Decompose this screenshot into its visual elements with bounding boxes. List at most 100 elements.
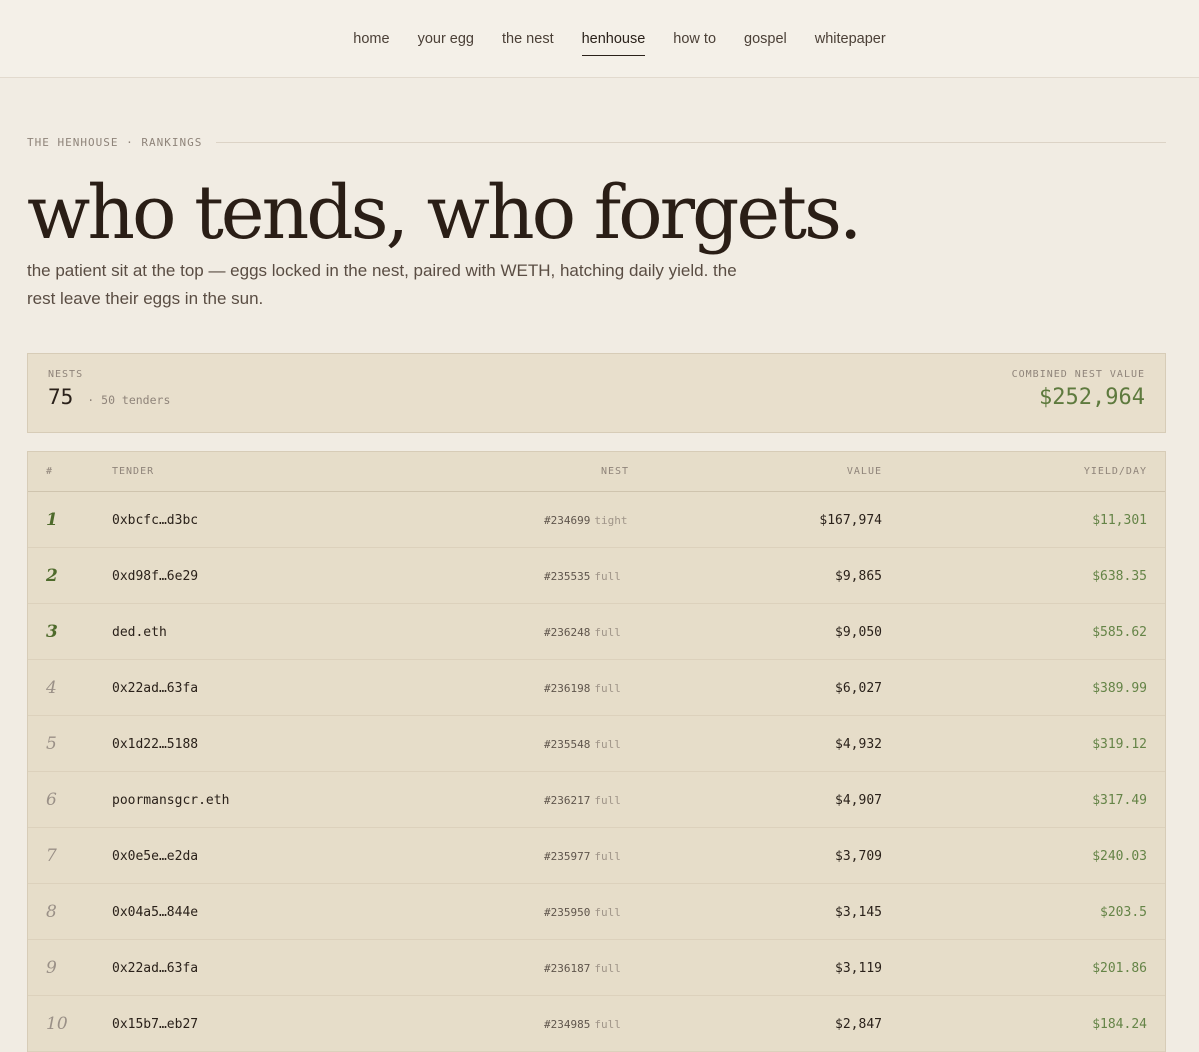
rank-cell: 7	[28, 846, 112, 866]
tender-address[interactable]: ded.eth	[112, 625, 167, 640]
table-header: # TENDER NEST VALUE YIELD/DAY	[28, 452, 1165, 492]
nest-id[interactable]: #236248	[544, 626, 590, 639]
table-row[interactable]: 4 0x22ad…63fa #236198 full $6,027 $389.99	[28, 660, 1165, 716]
nav-link-henhouse[interactable]: henhouse	[581, 25, 645, 56]
nav-link-how-to[interactable]: how to	[673, 25, 716, 53]
nest-kind: full	[594, 681, 621, 695]
tender-cell: 0x0e5e…e2da	[112, 847, 544, 865]
tender-address[interactable]: 0xd98f…6e29	[112, 569, 198, 584]
yield-cell: $201.86	[882, 959, 1165, 977]
table-row[interactable]: 10 0x15b7…eb27 #234985 full $2,847 $184.24	[28, 996, 1165, 1052]
nest-cell: #236248 full	[544, 623, 686, 641]
rank-cell: 4	[28, 678, 112, 698]
rank-cell: 3	[28, 622, 112, 642]
rank-number: 5	[46, 733, 57, 754]
rank-number: 4	[46, 677, 57, 698]
yield-per-day: $638.35	[1092, 568, 1147, 584]
nest-id[interactable]: #236198	[544, 682, 590, 695]
table-row[interactable]: 3 ded.eth #236248 full $9,050 $585.62	[28, 604, 1165, 660]
nest-id[interactable]: #234985	[544, 1018, 590, 1031]
nest-id[interactable]: #235950	[544, 906, 590, 919]
nest-kind: full	[594, 793, 621, 807]
nav-link-whitepaper[interactable]: whitepaper	[815, 25, 886, 53]
tender-cell: 0x22ad…63fa	[112, 679, 544, 697]
stats-panel: NESTS 75 · 50 tenders COMBINED NEST VALU…	[27, 353, 1166, 433]
rank-cell: 9	[28, 958, 112, 978]
tender-address[interactable]: 0x0e5e…e2da	[112, 849, 198, 864]
rank-cell: 2	[28, 566, 112, 586]
nav-link-the-nest[interactable]: the nest	[502, 25, 554, 53]
nest-value: $4,907	[835, 792, 882, 808]
tender-cell: 0xd98f…6e29	[112, 567, 544, 585]
nest-id[interactable]: #234699	[544, 514, 590, 527]
value-cell: $2,847	[686, 1015, 882, 1033]
tender-cell: 0x22ad…63fa	[112, 959, 544, 977]
page-title: who tends, who forgets.	[27, 170, 862, 256]
nest-value: $3,145	[835, 904, 882, 920]
nest-id[interactable]: #235548	[544, 738, 590, 751]
header-tender: TENDER	[112, 466, 155, 477]
nest-id[interactable]: #236187	[544, 962, 590, 975]
tenders-count: · 50 tenders	[87, 393, 171, 407]
nest-cell: #235977 full	[544, 847, 686, 865]
tender-address[interactable]: poormansgcr.eth	[112, 793, 229, 808]
yield-per-day: $585.62	[1092, 624, 1147, 640]
value-cell: $6,027	[686, 679, 882, 697]
tender-cell: 0x15b7…eb27	[112, 1015, 544, 1033]
nest-id[interactable]: #236217	[544, 794, 590, 807]
yield-cell: $638.35	[882, 567, 1165, 585]
nest-value: $167,974	[819, 512, 882, 528]
nest-value: $2,847	[835, 1016, 882, 1032]
tender-address[interactable]: 0x1d22…5188	[112, 737, 198, 752]
rank-number: 10	[46, 1013, 68, 1034]
nest-value: $6,027	[835, 680, 882, 696]
yield-cell: $11,301	[882, 511, 1165, 529]
table-row[interactable]: 6 poormansgcr.eth #236217 full $4,907 $317.49	[28, 772, 1165, 828]
value-cell: $4,907	[686, 791, 882, 809]
eyebrow-row: THE HENHOUSE · RANKINGS	[27, 135, 1166, 149]
nest-value: $9,050	[835, 624, 882, 640]
nav-link-home[interactable]: home	[353, 25, 389, 53]
table-row[interactable]: 9 0x22ad…63fa #236187 full $3,119 $201.86	[28, 940, 1165, 996]
header-rank: #	[46, 466, 54, 477]
main-content: THE HENHOUSE · RANKINGS who tends, who f…	[0, 135, 1199, 1052]
page-subtitle: the patient sit at the top — eggs locked…	[27, 261, 737, 308]
nest-cell: #234985 full	[544, 1015, 686, 1033]
table-row[interactable]: 5 0x1d22…5188 #235548 full $4,932 $319.12	[28, 716, 1165, 772]
eyebrow-divider	[216, 141, 1166, 143]
tender-address[interactable]: 0x22ad…63fa	[112, 961, 198, 976]
yield-cell: $585.62	[882, 623, 1165, 641]
yield-cell: $319.12	[882, 735, 1165, 753]
rankings-table: # TENDER NEST VALUE YIELD/DAY 1 0xbcfc…d3…	[27, 451, 1166, 1052]
rank-cell: 5	[28, 734, 112, 754]
yield-cell: $203.5	[882, 903, 1165, 921]
nest-kind: full	[594, 1017, 621, 1031]
nest-kind: full	[594, 905, 621, 919]
nests-label: NESTS	[48, 369, 84, 380]
tender-address[interactable]: 0x15b7…eb27	[112, 1017, 198, 1032]
yield-per-day: $11,301	[1092, 512, 1147, 528]
combined-value-stat: COMBINED NEST VALUE $252,964	[1012, 354, 1145, 432]
nav-link-gospel[interactable]: gospel	[744, 25, 787, 53]
tender-address[interactable]: 0xbcfc…d3bc	[112, 513, 198, 528]
value-cell: $3,145	[686, 903, 882, 921]
nest-kind: full	[594, 625, 621, 639]
nest-cell: #235535 full	[544, 567, 686, 585]
nav-link-your-egg[interactable]: your egg	[418, 25, 474, 53]
tender-address[interactable]: 0x04a5…844e	[112, 905, 198, 920]
yield-cell: $389.99	[882, 679, 1165, 697]
nest-id[interactable]: #235977	[544, 850, 590, 863]
nest-kind: full	[594, 569, 621, 583]
rank-cell: 10	[28, 1014, 112, 1034]
yield-per-day: $240.03	[1092, 848, 1147, 864]
table-row[interactable]: 8 0x04a5…844e #235950 full $3,145 $203.5	[28, 884, 1165, 940]
nest-id[interactable]: #235535	[544, 570, 590, 583]
rank-number: 8	[46, 901, 57, 922]
table-row[interactable]: 1 0xbcfc…d3bc #234699 tight $167,974 $11,301	[28, 492, 1165, 548]
nest-kind: tight	[594, 513, 628, 527]
table-row[interactable]: 7 0x0e5e…e2da #235977 full $3,709 $240.03	[28, 828, 1165, 884]
nav-list: home your egg the nest henhouse how to g…	[353, 25, 886, 56]
tender-address[interactable]: 0x22ad…63fa	[112, 681, 198, 696]
table-row[interactable]: 2 0xd98f…6e29 #235535 full $9,865 $638.35	[28, 548, 1165, 604]
rank-number: 3	[46, 621, 58, 642]
